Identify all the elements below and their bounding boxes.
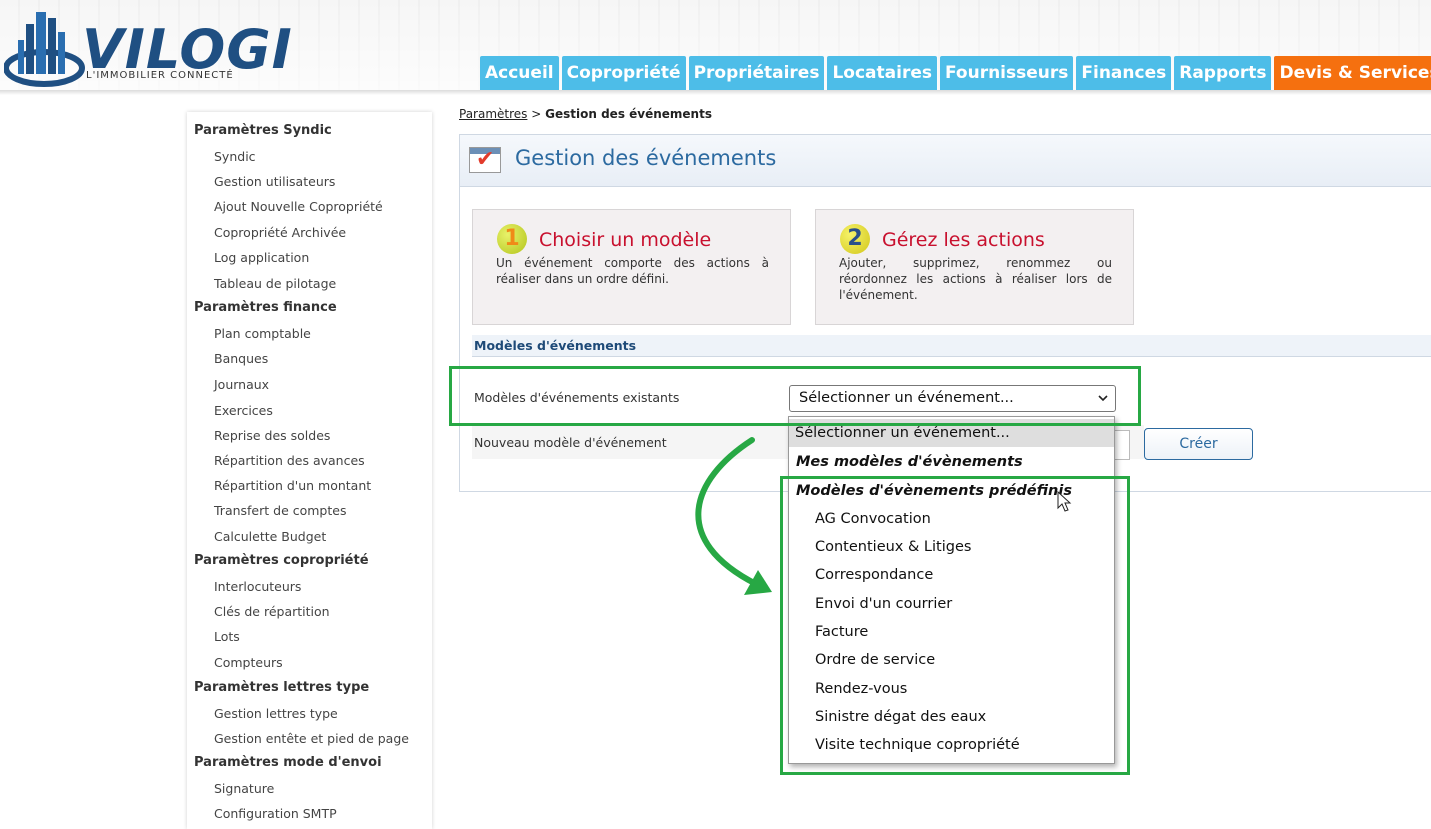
app-root: VILOGI L'IMMOBILIER CONNECTÉ Accueil Cop… bbox=[0, 0, 1431, 829]
annotation-arrow-icon bbox=[695, 437, 772, 595]
mouse-pointer-icon bbox=[1057, 491, 1072, 512]
